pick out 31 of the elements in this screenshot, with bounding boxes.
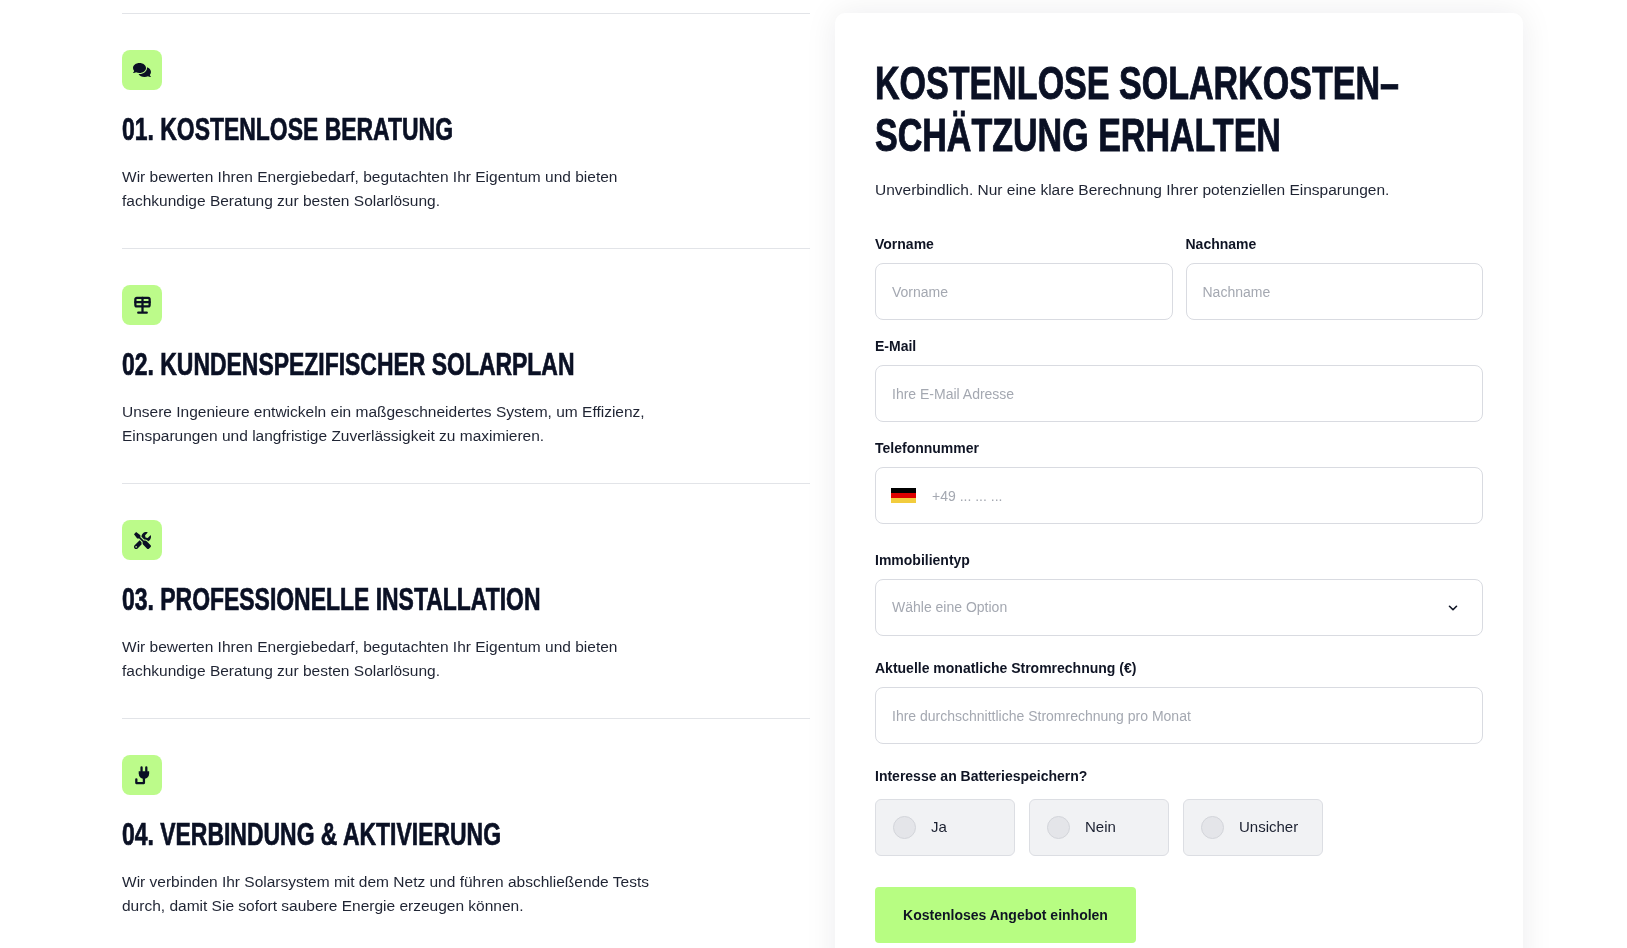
radio-option[interactable]: Nein	[1029, 799, 1169, 856]
monthly-bill-input[interactable]: Ihre durchschnittliche Stromrechnung pro Monat	[875, 687, 1483, 744]
first-name-input[interactable]: Vorname	[875, 263, 1173, 320]
step-title: 04. VERBINDUNG & AKTIVIERUNG	[122, 819, 501, 851]
step-description: Wir verbinden Ihr Solarsystem mit dem Netz und führen abschließende Tests durch, damit Sie sofort saubere Energie erzeugen können.	[122, 872, 650, 916]
wrench-screwdriver-icon	[122, 520, 162, 560]
field-label: Nachname	[1185, 235, 1257, 254]
solar-panel-icon	[122, 285, 162, 325]
step-title: 01. KOSTENLOSE BERATUNG	[122, 114, 453, 146]
form-title: KOSTENLOSE SOLARKOSTEN–SCHÄTZUNG ERHALTEN	[875, 57, 1400, 161]
radio-option[interactable]: Ja	[875, 799, 1015, 856]
step-description: Unsere Ingenieure entwickeln ein maßgeschneidertes System, um Effizienz, Einsparungen und langfristige Zuverlässigkeit zu maximieren.	[122, 402, 646, 446]
step-title: 03. PROFESSIONELLE INSTALLATION	[122, 584, 541, 616]
radio-option[interactable]: Unsicher	[1183, 799, 1323, 856]
plug-icon	[122, 755, 162, 795]
field-label: Vorname	[875, 235, 934, 254]
phone-input[interactable]: +49 ... ... ...	[875, 467, 1483, 524]
flag-icon	[891, 488, 916, 503]
field-label: Interesse an Batteriespeichern?	[875, 767, 1088, 786]
chat-bubbles-icon	[122, 50, 162, 90]
field-label: Immobilientyp	[875, 551, 970, 570]
step-description: Wir bewerten Ihren Energiebedarf, begutachten Ihr Eigentum und bieten fachkundige Beratung zur besten Solarlösung.	[122, 637, 619, 681]
last-name-input[interactable]: Nachname	[1185, 263, 1483, 320]
submit-button[interactable]: Kostenloses Angebot einholen	[875, 887, 1136, 943]
email-input[interactable]: Ihre E-Mail Adresse	[875, 365, 1483, 422]
field-label: Telefonnummer	[875, 439, 979, 458]
step-title: 02. KUNDENSPEZIFISCHER SOLARPLAN	[122, 349, 575, 381]
field-label: E-Mail	[875, 337, 917, 356]
field-label: Aktuelle monatliche Stromrechnung (€)	[875, 659, 1137, 678]
step-description: Wir bewerten Ihren Energiebedarf, begutachten Ihr Eigentum und bieten fachkundige Beratung zur besten Solarlösung.	[122, 167, 619, 211]
form-subtitle: Unverbindlich. Nur eine klare Berechnung Ihrer potenziellen Einsparungen.	[875, 180, 1390, 200]
